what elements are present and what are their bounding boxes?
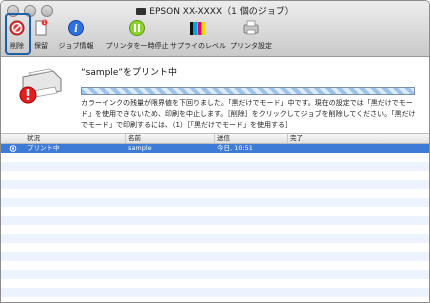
row-status: プリント中: [27, 144, 60, 152]
delete-button-highlight: [5, 13, 31, 55]
svg-text:i: i: [74, 24, 78, 35]
empty-row: [1, 234, 429, 243]
printer-settings-icon: [242, 19, 260, 37]
status-message: カラーインクの残量が限界値を下回りました。「黒だけでモード」中です。現在の設定で…: [81, 99, 416, 129]
empty-row: [1, 162, 429, 171]
print-queue-window: EPSON XX-XXXX（1 個のジョブ） 削除 1 保留 i ジョブ情報 プ…: [0, 0, 430, 303]
empty-row: [1, 288, 429, 297]
empty-row: [1, 243, 429, 252]
pause-icon: [128, 19, 146, 37]
empty-row: [1, 216, 429, 225]
table-header: 状況 名前 送信 完了: [1, 133, 429, 144]
row-sent: 今日, 10:51: [217, 144, 253, 152]
toolbar: 削除 1 保留 i ジョブ情報 プリンタを一時停止 サプライのレベル プリンタ設…: [1, 15, 429, 55]
column-done[interactable]: 完了: [290, 134, 303, 143]
empty-row: [1, 153, 429, 162]
supply-levels-icon: [189, 19, 207, 37]
job-table: 状況 名前 送信 完了 プリント中 sample 今日, 10:51: [1, 133, 429, 302]
empty-row: [1, 180, 429, 189]
printer-icon: [136, 8, 147, 15]
hold-badge: 1: [43, 20, 46, 26]
empty-row: [1, 189, 429, 198]
table-row[interactable]: プリント中 sample 今日, 10:51: [1, 144, 429, 153]
title-bar: EPSON XX-XXXX（1 個のジョブ） 削除 1 保留 i ジョブ情報 プ…: [1, 1, 429, 57]
printer-settings-label: プリンタ設定: [230, 42, 272, 50]
printer-error-icon: [19, 68, 62, 104]
pause-printer-button[interactable]: プリンタを一時停止: [105, 15, 169, 51]
empty-row: [1, 171, 429, 180]
pause-printer-label: プリンタを一時停止: [105, 42, 169, 50]
empty-row: [1, 198, 429, 207]
job-status-panel: “sample”をプリント中 カラーインクの残量が限界値を下回りました。「黒だけ…: [1, 57, 429, 129]
printer-settings-button[interactable]: プリンタ設定: [223, 15, 279, 51]
job-headline: “sample”をプリント中: [81, 68, 178, 78]
empty-row: [1, 225, 429, 234]
progress-bar: [81, 87, 415, 95]
column-sent[interactable]: 送信: [217, 134, 230, 143]
supply-levels-label: サプライのレベル: [170, 42, 226, 50]
empty-row: [1, 279, 429, 288]
empty-row: [1, 261, 429, 270]
supply-levels-button[interactable]: サプライのレベル: [167, 15, 229, 51]
job-info-label: ジョブ情報: [58, 42, 94, 50]
empty-row: [1, 252, 429, 261]
info-icon: i: [67, 19, 85, 37]
empty-row: [1, 207, 429, 216]
column-name[interactable]: 名前: [128, 134, 141, 143]
empty-row: [1, 270, 429, 279]
column-status[interactable]: 状況: [27, 134, 40, 143]
row-name: sample: [128, 144, 152, 152]
job-info-button[interactable]: i ジョブ情報: [48, 15, 104, 51]
